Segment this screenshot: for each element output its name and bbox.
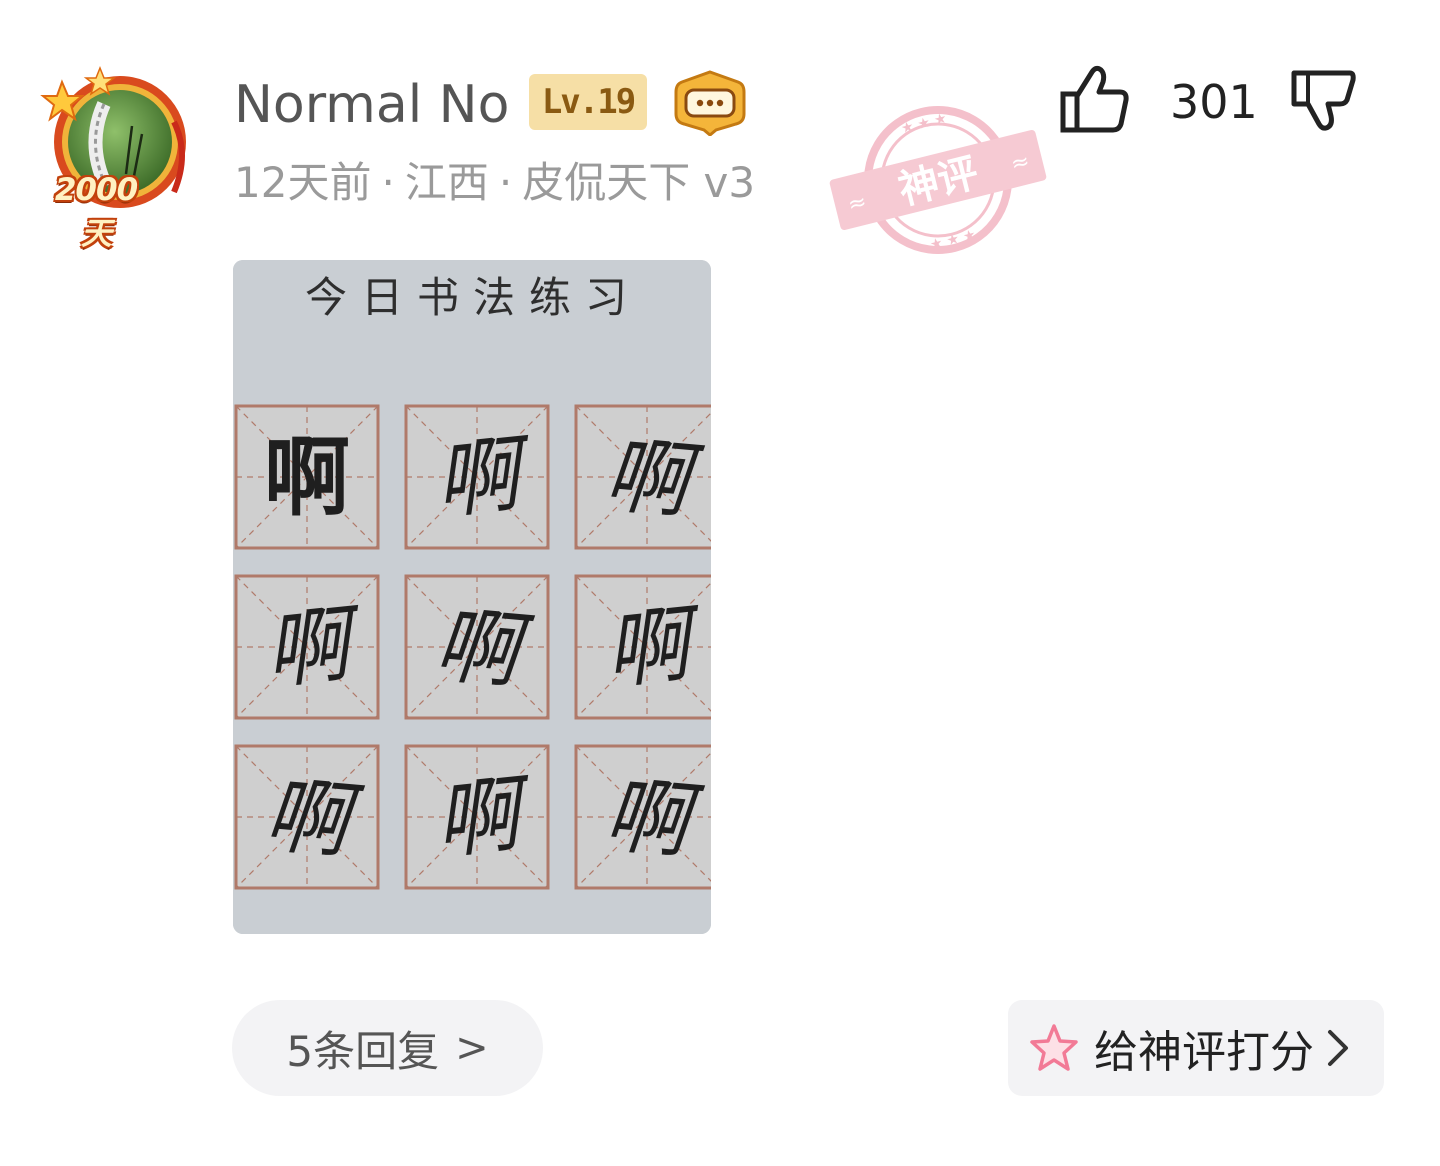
level-badge: Lv.19 [529, 74, 647, 130]
comment-meta: 12天前 · 江西 · 皮侃天下 v3 [234, 155, 755, 211]
chat-bubble-icon [672, 68, 748, 137]
rate-comment-button[interactable]: 给神评打分 [1008, 1000, 1384, 1096]
post-time: 12天前 [234, 158, 372, 207]
practice-cell: 啊 [234, 744, 380, 890]
days-badge: 2000天 [54, 172, 138, 252]
image-title: 今日书法练习 [305, 273, 641, 322]
practice-cell: 啊 [574, 744, 711, 890]
practice-cell: 啊 [404, 574, 550, 720]
practice-cell: 啊 [404, 404, 550, 550]
practice-cell: 啊 [574, 404, 711, 550]
practice-cell: 啊 [234, 574, 380, 720]
thumbs-up-icon[interactable] [1058, 64, 1132, 136]
featured-comment-stamp: ★ ★ ★ ★ ★ ★ 神评 ≈ ≈ [818, 90, 1058, 270]
rate-label: 给神评打分 [1094, 1027, 1314, 1078]
practice-cell: 啊 [234, 404, 380, 550]
like-count: 301 [1170, 75, 1258, 129]
practice-cell: 啊 [574, 574, 711, 720]
user-avatar[interactable]: 2000天 [34, 64, 196, 252]
thumbs-down-icon[interactable] [1290, 68, 1358, 134]
practice-cell: 啊 [404, 744, 550, 890]
practice-character: 啊 [264, 428, 350, 528]
meta-separator: · [498, 158, 513, 207]
replies-label: 5条回复 [286, 1026, 440, 1076]
stamp-text: 神评 [894, 150, 983, 214]
star-icon [1030, 1024, 1078, 1071]
chevron-right-icon: > [455, 1025, 489, 1071]
post-image[interactable]: 今日书法练习 啊啊啊啊啊啊啊啊啊 [233, 260, 711, 934]
meta-separator: · [381, 158, 395, 207]
chevron-right-icon [1328, 1030, 1348, 1066]
replies-button[interactable]: 5条回复 > [232, 1000, 543, 1096]
post-location: 江西 [404, 158, 489, 207]
device-name: 皮侃天下 v3 [522, 158, 756, 207]
username[interactable]: Normal No [234, 72, 509, 138]
